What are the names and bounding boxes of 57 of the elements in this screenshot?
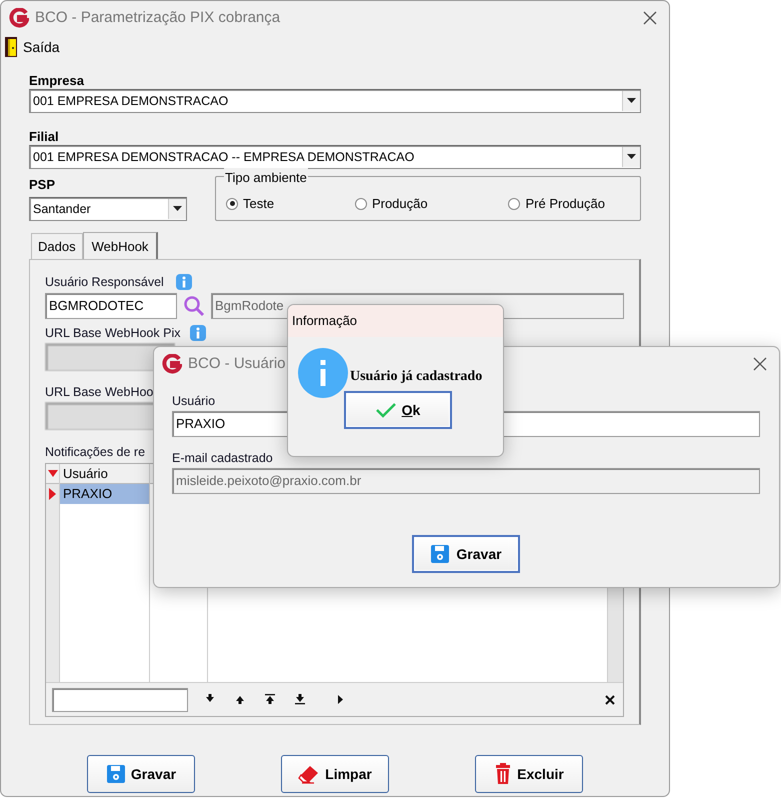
window-title: BCO - Parametrização PIX cobrança	[35, 8, 280, 28]
button[interactable]: Gravar	[87, 755, 195, 793]
info-icon[interactable]	[176, 274, 192, 290]
radio-button[interactable]	[508, 198, 520, 210]
check-icon	[376, 402, 396, 418]
last-icon[interactable]	[294, 694, 306, 705]
input-field: misleide.peixoto@praxio.com.br	[172, 468, 760, 494]
info-icon[interactable]	[190, 325, 206, 341]
logo-icon	[9, 8, 29, 28]
field-label: E-mail cadastrado	[172, 450, 273, 466]
close-icon[interactable]	[605, 694, 615, 704]
column-header[interactable]: Usuário	[60, 464, 149, 484]
dialog-title: Informação	[292, 312, 358, 330]
ok-button[interactable]: Ok	[344, 391, 452, 429]
close-icon	[643, 11, 657, 25]
message-text: Usuário já cadastrado	[350, 368, 482, 386]
radio-option[interactable]: Teste	[226, 194, 274, 214]
dropdown-field[interactable]: 001 EMPRESA DEMONSTRACAO	[29, 89, 641, 113]
radio-button[interactable]	[354, 198, 367, 210]
field-label: Filial	[29, 129, 59, 145]
tab[interactable]: Dados	[31, 232, 83, 259]
field-label: Usuário Responsável	[45, 274, 164, 290]
exit-door-icon	[5, 37, 17, 57]
dropdown-field[interactable]: 001 EMPRESA DEMONSTRACAO -- EMPRESA DEMONSTRACAO	[29, 145, 641, 169]
input-field[interactable]: BGMRODOTEC	[45, 293, 177, 319]
dropdown-arrow-icon[interactable]	[627, 154, 636, 160]
prior-icon[interactable]	[234, 694, 246, 705]
dropdown-arrow-icon[interactable]	[173, 206, 182, 212]
field-label: URL Base WebHoo	[45, 384, 154, 400]
sort-triangle-icon	[48, 470, 58, 477]
row-pointer-icon	[49, 488, 56, 500]
close-icon	[753, 357, 767, 371]
first-icon[interactable]	[264, 694, 276, 705]
button[interactable]: Gravar	[412, 535, 520, 573]
field-label: Usuário	[172, 393, 216, 409]
dropdown-arrow-icon[interactable]	[627, 98, 636, 104]
button[interactable]: Limpar	[281, 755, 389, 793]
radio-option[interactable]: Pré Produção	[508, 194, 605, 214]
tab[interactable]: WebHook	[82, 232, 158, 259]
table-cell[interactable]: PRAXIO	[60, 484, 149, 504]
field-label: Notificações de re	[45, 444, 146, 460]
search-field[interactable]	[52, 688, 188, 712]
logo-icon	[162, 354, 182, 374]
field-label: URL Base WebHook Pix	[45, 325, 180, 341]
menu-item[interactable]: Saída	[5, 36, 60, 58]
window-title: BCO - Usuário	[188, 354, 286, 374]
radio-button[interactable]	[226, 198, 238, 210]
field-label: PSP	[29, 177, 56, 193]
search-icon[interactable]	[183, 295, 205, 317]
radio-option[interactable]: Produção	[354, 194, 428, 214]
trash-icon	[494, 763, 512, 785]
field-label: Empresa	[29, 73, 84, 89]
button[interactable]: Excluir	[475, 755, 583, 793]
eraser-icon	[298, 764, 320, 784]
group-label: Tipo ambiente	[224, 168, 308, 188]
dropdown-field[interactable]: Santander	[29, 197, 187, 221]
info-icon	[298, 348, 348, 398]
